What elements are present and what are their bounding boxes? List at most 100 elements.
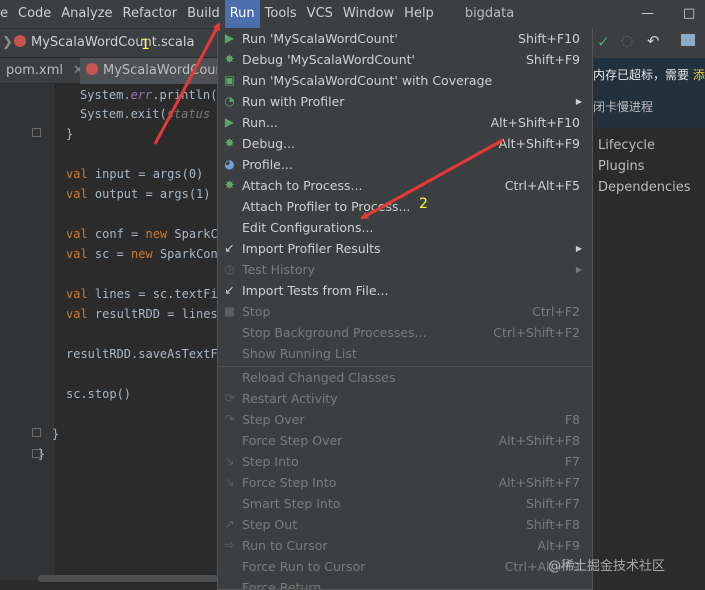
maven-dependencies[interactable]: Dependencies: [598, 178, 691, 198]
code-token: lines = sc.textFil: [87, 287, 225, 301]
menu-item-debug[interactable]: ✸ Debug 'MyScalaWordCount' Shift+F9: [218, 49, 592, 70]
menu-item-run-to-cursor[interactable]: ⇨ Run to Cursor Alt+F9: [218, 535, 592, 556]
step-into-icon: ↘: [224, 454, 235, 468]
code-line: }: [66, 127, 74, 141]
menu-item-label: Edit Configurations...: [242, 220, 374, 235]
import-icon: ↙: [224, 283, 235, 297]
maximize-icon[interactable]: □: [683, 0, 695, 28]
menu-item-label: Run 'MyScalaWordCount' with Coverage: [242, 73, 493, 88]
menu-item-label: Import Profiler Results: [242, 241, 381, 256]
tab-pom-label: pom.xml: [6, 63, 63, 78]
menu-analyze[interactable]: Analyze: [56, 0, 117, 28]
menu-window[interactable]: Window: [338, 0, 399, 28]
menu-item-label: Show Running List: [242, 346, 357, 361]
menu-item-label: Debug...: [242, 136, 296, 151]
code-token: SparkCont: [152, 247, 225, 261]
notification-text: 内存已超标，需要: [593, 68, 690, 82]
menu-refactor[interactable]: Refactor: [118, 0, 183, 28]
menu-item-label: Force Step Over: [242, 433, 343, 448]
code-line: val sc = new SparkCont: [66, 245, 225, 263]
menu-item-force-step-into[interactable]: ↘ Force Step Into Alt+Shift+F7: [218, 472, 592, 493]
notification-link[interactable]: 添: [693, 68, 705, 82]
menu-run[interactable]: Run: [224, 0, 260, 28]
menu-item-label: Stop: [242, 304, 271, 319]
menu-build[interactable]: Build: [182, 0, 225, 28]
tab-scala[interactable]: MyScalaWordCoun: [80, 58, 217, 84]
menu-item-force-run-to-cursor[interactable]: Force Run to Cursor Ctrl+Alt+F9: [218, 556, 592, 577]
code-line: val output = args(1): [66, 185, 211, 203]
menu-tools[interactable]: Tools: [260, 0, 302, 28]
menu-item-shortcut: Alt+Shift+F8: [498, 433, 580, 448]
code-token: System.exit(: [80, 107, 167, 121]
menu-item-edit-configurations[interactable]: Edit Configurations...: [218, 217, 592, 238]
menu-item-step-over[interactable]: ↷ Step Over F8: [218, 409, 592, 430]
horizontal-scrollbar[interactable]: [38, 575, 218, 582]
code-token: err: [130, 88, 153, 102]
menu-item-shortcut: Ctrl+Alt+F5: [504, 178, 580, 193]
menu-item-label: Run with Profiler: [242, 94, 345, 109]
menu-item-shortcut: Alt+Shift+F7: [498, 475, 580, 490]
undo-icon[interactable]: ↶: [647, 32, 660, 50]
stop-circle-icon[interactable]: ◌: [621, 33, 633, 49]
menu-item-profile[interactable]: ◕ Profile...: [218, 154, 592, 175]
tab-pom[interactable]: pom.xml ✕: [0, 58, 90, 84]
gauge-icon: ◕: [224, 157, 235, 171]
run-menu: ▶ Run 'MyScalaWordCount' Shift+F10 ✸ Debug …: [217, 28, 593, 590]
code-line: val lines = sc.textFil: [66, 285, 225, 303]
keyword: val: [66, 187, 88, 201]
notification-action[interactable]: 闭卡慢进程: [593, 98, 653, 115]
code-line: System.exit(status =: [80, 105, 225, 123]
profiler-icon: ◔: [224, 94, 235, 108]
debug-bug-icon: ✸: [224, 52, 235, 66]
menu-item-label: Attach Profiler to Process...: [242, 199, 411, 214]
menu-item-restart-activity[interactable]: ⟳ Restart Activity: [218, 388, 592, 409]
menu-code[interactable]: Code: [13, 0, 56, 28]
project-structure-icon[interactable]: [681, 34, 695, 46]
menu-item-run[interactable]: ▶ Run 'MyScalaWordCount' Shift+F10: [218, 28, 592, 49]
menu-edit[interactable]: e: [0, 0, 13, 28]
menu-item-attach-profiler[interactable]: Attach Profiler to Process...: [218, 196, 592, 217]
run-icon: ▶: [224, 31, 235, 45]
menu-item-import-profiler-results[interactable]: ↙ Import Profiler Results ▶: [218, 238, 592, 259]
checkmark-icon[interactable]: ✓: [597, 33, 610, 51]
history-clock-icon: ◷: [224, 262, 235, 276]
minimize-icon[interactable]: —: [641, 0, 654, 28]
menu-item-import-tests[interactable]: ↙ Import Tests from File...: [218, 280, 592, 301]
attach-bug-icon: ✸: [224, 178, 235, 192]
code-token: output = args(1): [87, 187, 211, 201]
menu-item-run-dots[interactable]: ▶ Run... Alt+Shift+F10: [218, 112, 592, 133]
project-title: bigdata: [464, 6, 515, 21]
menu-item-smart-step-into[interactable]: Smart Step Into Shift+F7: [218, 493, 592, 514]
menu-item-label: Test History: [242, 262, 316, 277]
menu-item-stop[interactable]: ■ Stop Ctrl+F2: [218, 301, 592, 322]
scala-file-icon: [14, 35, 26, 47]
menu-item-label: Step Over: [242, 412, 305, 427]
submenu-arrow-icon: ▶: [575, 244, 582, 253]
menubar: e Code Analyze Refactor Build Run Tools …: [0, 0, 705, 28]
menu-item-label: Force Step Into: [242, 475, 337, 490]
menu-help[interactable]: Help: [399, 0, 439, 28]
maven-lifecycle[interactable]: Lifecycle: [598, 136, 655, 156]
code-editor[interactable]: System.err.println() System.exit(status …: [0, 84, 225, 580]
menu-item-run-with-profiler[interactable]: ◔ Run with Profiler ▶: [218, 91, 592, 112]
menu-item-force-step-over[interactable]: Force Step Over Alt+Shift+F8: [218, 430, 592, 451]
menu-item-show-running-list[interactable]: Show Running List: [218, 343, 592, 364]
run-icon: ▶: [224, 115, 235, 129]
breadcrumb-file[interactable]: MyScalaWordCount.scala: [14, 29, 194, 57]
menu-item-label: Run...: [242, 115, 278, 130]
menu-item-debug-dots[interactable]: ✸ Debug... Alt+Shift+F9: [218, 133, 592, 154]
menu-item-attach-to-process[interactable]: ✸ Attach to Process... Ctrl+Alt+F5: [218, 175, 592, 196]
menu-item-reload-changed-classes[interactable]: Reload Changed Classes: [218, 367, 592, 388]
menu-vcs[interactable]: VCS: [302, 0, 338, 28]
submenu-arrow-icon: ▶: [575, 97, 582, 106]
menu-item-label: Run to Cursor: [242, 538, 328, 553]
maven-plugins[interactable]: Plugins: [598, 157, 645, 177]
menu-item-force-return[interactable]: Force Return: [218, 577, 592, 589]
code-line: val conf = new SparkCo: [66, 225, 225, 243]
menu-item-run-with-coverage[interactable]: ▣ Run 'MyScalaWordCount' with Coverage: [218, 70, 592, 91]
menu-item-stop-background[interactable]: Stop Background Processes... Ctrl+Shift+F…: [218, 322, 592, 343]
menu-item-step-into[interactable]: ↘ Step Into F7: [218, 451, 592, 472]
menu-item-step-out[interactable]: ↗ Step Out Shift+F8: [218, 514, 592, 535]
memory-notification: 内存已超标，需要 添 闭卡慢进程: [593, 58, 705, 128]
menu-item-test-history[interactable]: ◷ Test History ▶: [218, 259, 592, 280]
